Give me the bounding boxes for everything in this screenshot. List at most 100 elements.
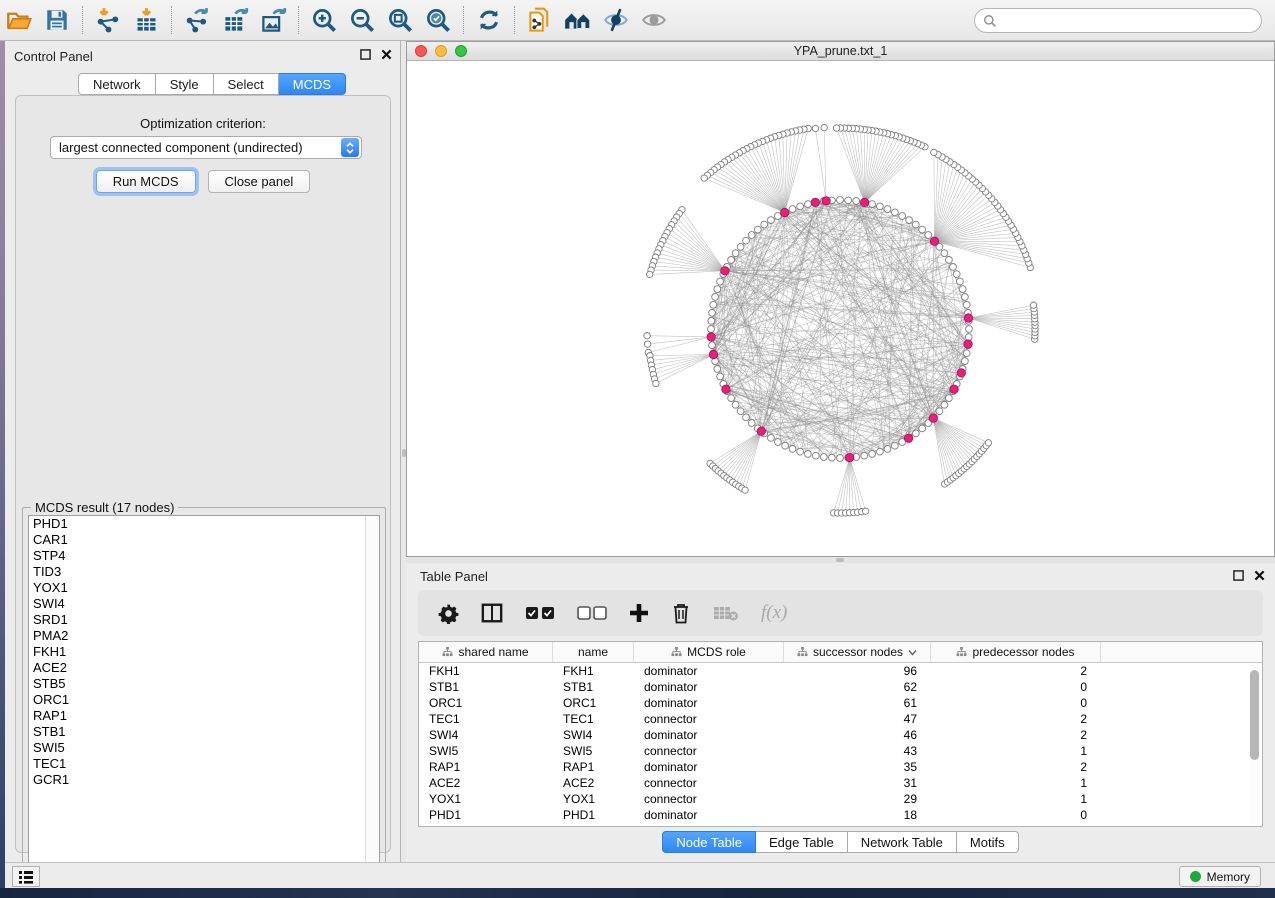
network-node[interactable] bbox=[812, 452, 819, 459]
close-panel-icon[interactable] bbox=[381, 49, 392, 60]
network-node[interactable] bbox=[714, 286, 721, 293]
network-node[interactable] bbox=[966, 326, 973, 333]
network-node[interactable] bbox=[953, 271, 960, 278]
network-node[interactable] bbox=[884, 446, 891, 453]
network-node[interactable] bbox=[877, 203, 884, 210]
network-node[interactable] bbox=[714, 366, 721, 373]
network-node[interactable] bbox=[963, 350, 970, 357]
network-node[interactable] bbox=[732, 401, 739, 408]
network-node[interactable] bbox=[892, 442, 899, 449]
dominator-node[interactable] bbox=[757, 427, 765, 435]
network-node[interactable] bbox=[925, 232, 932, 239]
select-all-icon[interactable] bbox=[525, 605, 555, 621]
import-table-button[interactable] bbox=[127, 3, 165, 37]
network-node[interactable] bbox=[919, 425, 926, 432]
zoom-fit-button[interactable] bbox=[381, 3, 419, 37]
network-node[interactable] bbox=[761, 221, 768, 228]
dominator-node[interactable] bbox=[964, 340, 972, 348]
mcds-list-scrollbar[interactable] bbox=[365, 516, 379, 874]
network-node[interactable] bbox=[748, 232, 755, 239]
network-node[interactable] bbox=[737, 243, 744, 250]
zoom-out-button[interactable] bbox=[343, 3, 381, 37]
network-node[interactable] bbox=[941, 250, 948, 257]
network-node[interactable] bbox=[869, 201, 876, 208]
network-node[interactable] bbox=[708, 326, 715, 333]
network-node[interactable] bbox=[805, 201, 812, 208]
mcds-result-item[interactable]: SWI5 bbox=[29, 740, 379, 756]
network-node[interactable] bbox=[985, 440, 991, 446]
tab-edge-table[interactable]: Edge Table bbox=[756, 831, 848, 853]
mcds-result-item[interactable]: STB5 bbox=[29, 676, 379, 692]
network-node[interactable] bbox=[710, 301, 717, 308]
dominator-node[interactable] bbox=[860, 198, 868, 206]
mcds-result-item[interactable]: TEC1 bbox=[29, 756, 379, 772]
network-node[interactable] bbox=[647, 271, 653, 277]
network-node[interactable] bbox=[717, 373, 724, 380]
mcds-result-item[interactable]: TID3 bbox=[29, 564, 379, 580]
network-node[interactable] bbox=[644, 341, 650, 347]
search-input[interactable] bbox=[997, 11, 1261, 31]
network-node[interactable] bbox=[805, 451, 812, 458]
import-network-button[interactable] bbox=[89, 3, 127, 37]
network-node[interactable] bbox=[717, 278, 724, 285]
dominator-node[interactable] bbox=[964, 314, 972, 322]
mcds-result-item[interactable]: SRD1 bbox=[29, 612, 379, 628]
network-node[interactable] bbox=[789, 446, 796, 453]
network-node[interactable] bbox=[919, 226, 926, 233]
dominator-node[interactable] bbox=[822, 197, 830, 205]
network-node[interactable] bbox=[742, 487, 748, 493]
mcds-result-item[interactable]: YOX1 bbox=[29, 580, 379, 596]
column-header-MCDS-role[interactable]: MCDS role bbox=[634, 642, 784, 662]
mcds-result-item[interactable]: CAR1 bbox=[29, 532, 379, 548]
network-node[interactable] bbox=[797, 448, 804, 455]
network-node[interactable] bbox=[709, 309, 716, 316]
table-row[interactable]: TEC1TEC1connector472 bbox=[419, 711, 1262, 727]
zoom-selected-button[interactable] bbox=[419, 3, 457, 37]
open-file-button[interactable] bbox=[0, 3, 38, 37]
network-node[interactable] bbox=[946, 257, 953, 264]
tab-node-table[interactable]: Node Table bbox=[662, 831, 756, 853]
network-node[interactable] bbox=[845, 197, 852, 204]
dominator-node[interactable] bbox=[846, 453, 854, 461]
optimization-criterion-select[interactable]: largest connected component (undirected) bbox=[50, 136, 362, 159]
tab-network[interactable]: Network bbox=[78, 73, 156, 95]
network-node[interactable] bbox=[962, 294, 969, 301]
table-settings-gear-icon[interactable] bbox=[438, 603, 459, 624]
table-row[interactable]: FKH1FKH1dominator962 bbox=[419, 663, 1262, 679]
network-node[interactable] bbox=[941, 401, 948, 408]
network-node[interactable] bbox=[853, 198, 860, 205]
table-row[interactable]: YOX1YOX1connector291 bbox=[419, 791, 1262, 807]
dominator-node[interactable] bbox=[957, 369, 965, 377]
hide-selected-button[interactable] bbox=[597, 3, 635, 37]
run-mcds-button[interactable]: Run MCDS bbox=[96, 170, 196, 193]
tab-network-table[interactable]: Network Table bbox=[848, 831, 957, 853]
dominator-node[interactable] bbox=[707, 333, 715, 341]
network-node[interactable] bbox=[837, 455, 844, 462]
table-row[interactable]: STB1STB1dominator620 bbox=[419, 679, 1262, 695]
mcds-result-item[interactable]: ACE2 bbox=[29, 660, 379, 676]
network-node[interactable] bbox=[936, 408, 943, 415]
column-header-name[interactable]: name bbox=[553, 642, 634, 662]
delete-column-trash-icon[interactable] bbox=[671, 602, 691, 624]
table-row[interactable]: RAP1RAP1dominator352 bbox=[419, 759, 1262, 775]
network-node[interactable] bbox=[728, 257, 735, 264]
network-node[interactable] bbox=[931, 149, 937, 155]
column-header-successor-nodes[interactable]: successor nodes bbox=[784, 642, 931, 662]
network-node[interactable] bbox=[869, 451, 876, 458]
network-node[interactable] bbox=[644, 333, 650, 339]
add-column-icon[interactable] bbox=[629, 603, 649, 623]
tab-mcds[interactable]: MCDS bbox=[279, 73, 346, 95]
network-node[interactable] bbox=[754, 226, 761, 233]
network-node[interactable] bbox=[728, 395, 735, 402]
dominator-node[interactable] bbox=[722, 385, 730, 393]
tab-style[interactable]: Style bbox=[156, 73, 214, 95]
export-image-button[interactable] bbox=[254, 3, 292, 37]
network-node[interactable] bbox=[959, 286, 966, 293]
float-panel-icon[interactable] bbox=[1233, 570, 1244, 581]
mcds-result-item[interactable]: RAP1 bbox=[29, 708, 379, 724]
mcds-result-item[interactable]: SWI4 bbox=[29, 596, 379, 612]
network-node[interactable] bbox=[877, 448, 884, 455]
network-node[interactable] bbox=[884, 206, 891, 213]
dominator-node[interactable] bbox=[904, 434, 912, 442]
mcds-result-item[interactable]: FKH1 bbox=[29, 644, 379, 660]
